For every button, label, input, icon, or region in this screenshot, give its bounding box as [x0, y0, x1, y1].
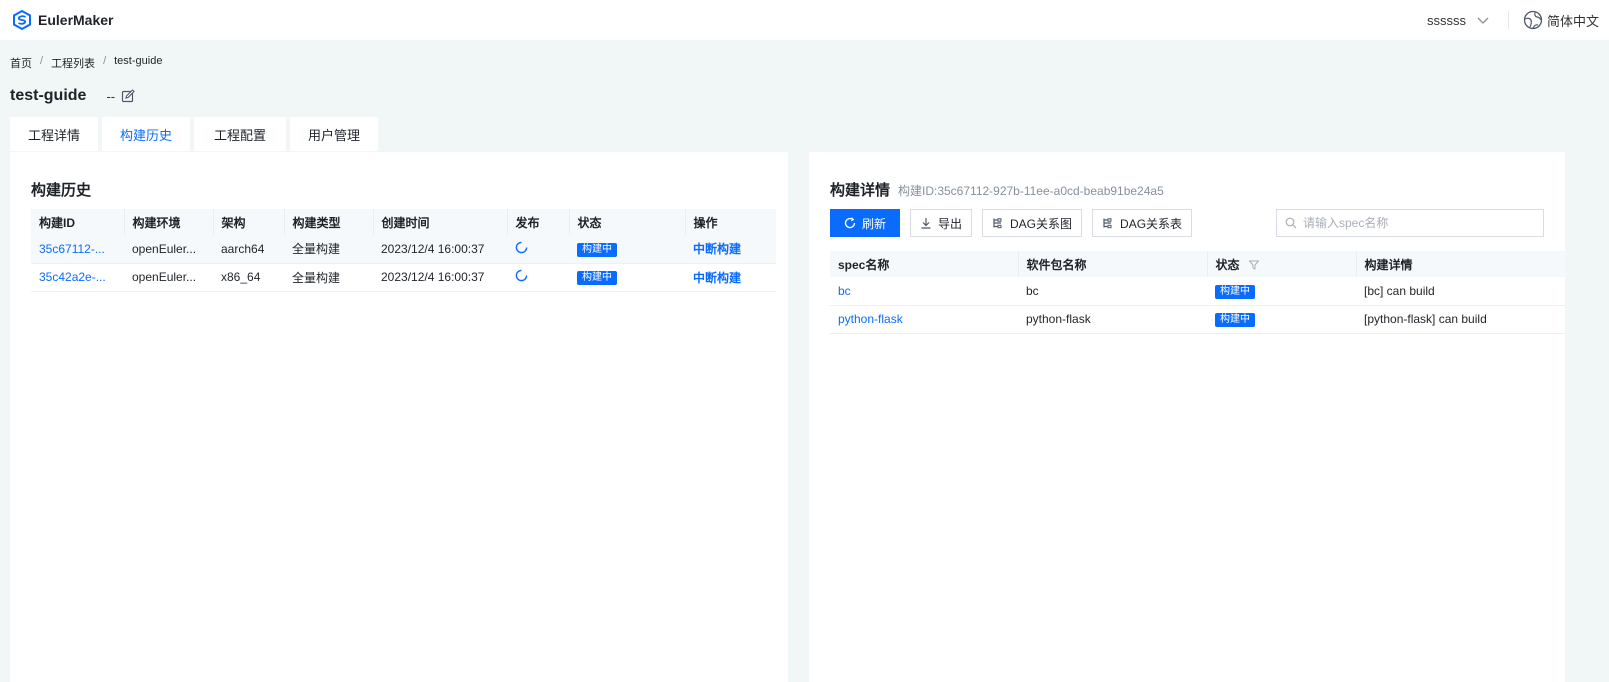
edit-icon[interactable] — [121, 89, 135, 103]
column-header: 构建类型 — [284, 209, 374, 235]
package-name: bc — [1018, 277, 1207, 306]
build-detail-text: [python-flask] can build — [1356, 305, 1566, 334]
build-env: openEuler... — [124, 235, 213, 264]
column-header: 构建环境 — [124, 209, 214, 235]
user-menu[interactable]: ssssss — [1427, 13, 1466, 28]
globe-icon[interactable] — [1523, 10, 1543, 30]
breadcrumb-home[interactable]: 首页 — [10, 55, 32, 71]
refresh-label: 刷新 — [861, 216, 886, 231]
package-name: python-flask — [1018, 305, 1207, 334]
column-header: 构建详情 — [1356, 251, 1566, 277]
column-header: 状态 — [569, 209, 686, 235]
breadcrumb: 首页 / 工程列表 / test-guide — [10, 55, 162, 71]
dag-icon — [993, 218, 1002, 229]
chevron-down-icon[interactable] — [1476, 13, 1490, 27]
spec-link[interactable]: python-flask — [838, 312, 903, 326]
logo[interactable]: EulerMaker — [12, 10, 113, 30]
language-switch[interactable]: 简体中文 — [1547, 11, 1599, 30]
search-icon — [1285, 217, 1297, 229]
dag-table-button[interactable]: DAG关系表 — [1092, 209, 1193, 237]
spec-search-box[interactable] — [1276, 209, 1544, 237]
tab-build-history[interactable]: 构建历史 — [102, 117, 190, 151]
detail-toolbar: 刷新 导出 DAG关系图 DAG关系表 — [830, 209, 1202, 237]
export-label: 导出 — [938, 216, 963, 231]
column-header: 架构 — [213, 209, 285, 235]
build-history-table: 构建ID 构建环境 架构 构建类型 创建时间 发布 状态 操作 35c67112… — [31, 209, 776, 292]
build-time: 2023/12/4 16:00:37 — [373, 235, 507, 264]
page-title: test-guide -- — [10, 87, 135, 105]
status-badge: 构建中 — [1215, 313, 1255, 327]
build-id-link[interactable]: 35c67112-... — [39, 242, 105, 256]
publish-cell — [507, 235, 569, 264]
column-header: 发布 — [507, 209, 570, 235]
table-header-row: spec名称 软件包名称 状态 构建详情 — [830, 251, 1566, 277]
tab-project-config[interactable]: 工程配置 — [194, 117, 286, 151]
breadcrumb-project-list[interactable]: 工程列表 — [51, 55, 95, 71]
project-name: test-guide — [10, 87, 87, 104]
status-badge: 构建中 — [577, 271, 617, 285]
build-history-title: 构建历史 — [31, 182, 92, 199]
build-arch: aarch64 — [213, 235, 284, 264]
download-icon — [921, 218, 931, 229]
breadcrumb-separator: / — [103, 55, 107, 67]
dag-graph-label: DAG关系图 — [1010, 216, 1073, 231]
build-type: 全量构建 — [284, 235, 373, 264]
build-id-label: 构建ID:35c67112-927b-11ee-a0cd-beab91be24a… — [898, 184, 1164, 198]
spec-link[interactable]: bc — [838, 284, 851, 298]
breadcrumb-current: test-guide — [114, 55, 163, 67]
status-cell: 构建中 — [1207, 305, 1356, 334]
column-header: 构建ID — [31, 209, 125, 235]
table-row[interactable]: bc bc 构建中 [bc] can build — [830, 277, 1566, 306]
spec-search-input[interactable] — [1303, 216, 1533, 230]
build-id-link[interactable]: 35c42a2e-... — [39, 270, 106, 284]
column-header: 创建时间 — [373, 209, 508, 235]
refresh-button[interactable]: 刷新 — [830, 209, 900, 237]
refresh-icon — [844, 217, 856, 229]
dag-icon — [1103, 218, 1112, 229]
table-header-row: 构建ID 构建环境 架构 构建类型 创建时间 发布 状态 操作 — [31, 209, 776, 235]
export-button[interactable]: 导出 — [910, 209, 973, 237]
status-cell: 构建中 — [1207, 277, 1356, 306]
status-badge: 构建中 — [1215, 284, 1255, 299]
status-cell: 构建中 — [569, 263, 685, 292]
build-arch: x86_64 — [213, 263, 284, 292]
abort-build-link[interactable]: 中断构建 — [693, 271, 741, 285]
build-detail-title: 构建详情 — [830, 182, 891, 199]
column-header-label: 状态 — [1215, 257, 1240, 272]
build-time: 2023/12/4 16:00:37 — [373, 263, 507, 292]
build-detail-table: spec名称 软件包名称 状态 构建详情 bc bc 构建中 [bc] can … — [830, 251, 1566, 334]
build-type: 全量构建 — [284, 263, 373, 292]
column-header: 操作 — [685, 209, 776, 235]
status-column-header: 状态 — [1207, 251, 1357, 277]
tab-project-detail[interactable]: 工程详情 — [10, 117, 98, 151]
status-cell: 构建中 — [569, 235, 685, 264]
column-header: spec名称 — [830, 251, 1019, 277]
top-bar: EulerMaker ssssss 简体中文 — [0, 0, 1609, 40]
build-detail-panel: 构建详情 构建ID:35c67112-927b-11ee-a0cd-beab91… — [809, 152, 1566, 682]
build-env: openEuler... — [124, 263, 213, 292]
publish-cell — [507, 263, 569, 292]
project-tabs: 工程详情 构建历史 工程配置 用户管理 — [10, 117, 382, 151]
dag-table-label: DAG关系表 — [1120, 216, 1183, 231]
table-row[interactable]: 35c67112-... openEuler... aarch64 全量构建 2… — [31, 235, 776, 264]
table-row[interactable]: python-flask python-flask 构建中 [python-fl… — [830, 305, 1566, 334]
table-row[interactable]: 35c42a2e-... openEuler... x86_64 全量构建 20… — [31, 263, 776, 292]
spinner-icon — [515, 269, 528, 282]
column-header: 软件包名称 — [1018, 251, 1208, 277]
header-divider — [1507, 11, 1509, 29]
filter-icon[interactable] — [1248, 260, 1260, 271]
status-badge: 构建中 — [577, 242, 617, 257]
spinner-icon — [515, 241, 528, 254]
eulermaker-logo-icon — [13, 10, 31, 30]
app-name: EulerMaker — [38, 12, 114, 28]
build-detail-text: [bc] can build — [1356, 277, 1566, 306]
dag-graph-button[interactable]: DAG关系图 — [982, 209, 1083, 237]
build-history-panel: 构建历史 构建ID 构建环境 架构 构建类型 创建时间 发布 状态 操作 35c… — [10, 152, 788, 682]
abort-build-link[interactable]: 中断构建 — [693, 242, 741, 256]
breadcrumb-separator: / — [40, 55, 44, 67]
tab-user-management[interactable]: 用户管理 — [290, 117, 378, 151]
project-description: -- — [106, 88, 116, 104]
